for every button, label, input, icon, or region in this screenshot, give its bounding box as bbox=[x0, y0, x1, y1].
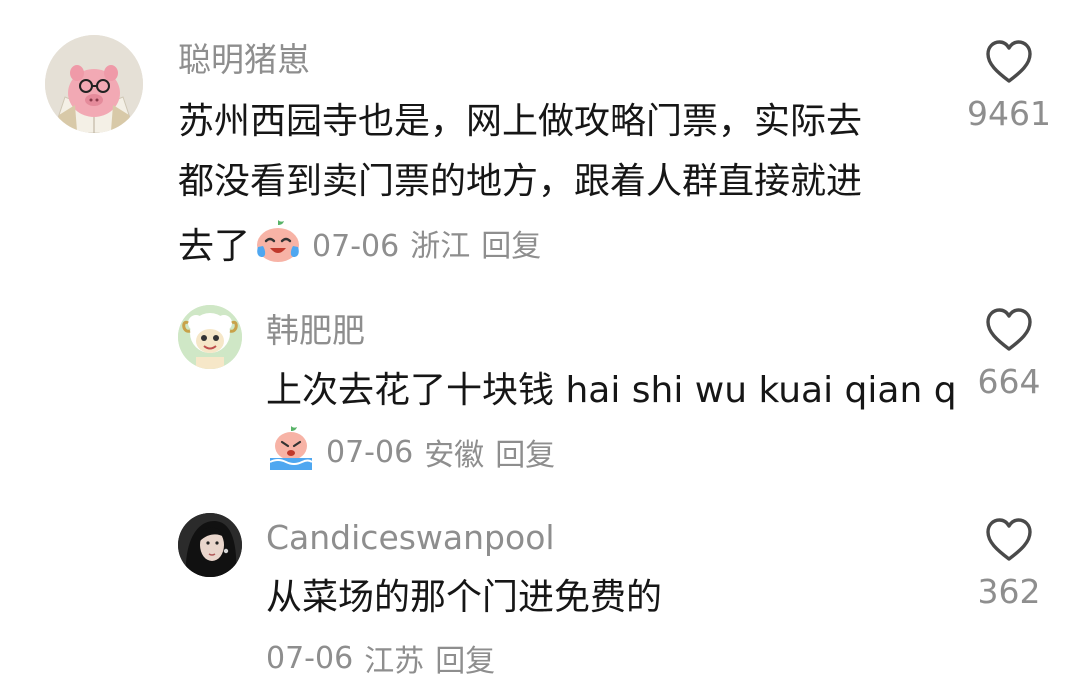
comment-text-tail: 去了 bbox=[178, 226, 251, 267]
like-button[interactable]: 362 bbox=[954, 518, 1064, 611]
comment-username[interactable]: Candiceswanpool bbox=[266, 517, 555, 559]
comment-meta: 07-06 安徽 回复 bbox=[266, 424, 555, 480]
comment-1: 聪明猪崽 苏州西园寺也是，网上做攻略门票，实际去 都没看到卖门票的地方，跟着人群… bbox=[0, 0, 1080, 270]
like-button[interactable]: 664 bbox=[954, 308, 1064, 401]
comment-date: 07-06 bbox=[326, 434, 414, 470]
comment-location: 江苏 bbox=[364, 644, 425, 679]
like-count: 362 bbox=[977, 572, 1041, 611]
comment-username[interactable]: 韩肥肥 bbox=[266, 310, 365, 352]
comment-2: 韩肥肥 上次去花了十块钱 hai shi wu kuai qian q 07-0… bbox=[0, 290, 1080, 490]
comment-3: Candiceswanpool 从菜场的那个门进免费的 07-06 江苏 回复 … bbox=[0, 500, 1080, 691]
comment-date: 07-06 bbox=[266, 640, 354, 676]
crying-laughing-emoji-icon bbox=[254, 217, 302, 277]
comment-text-line-1: 上次去花了十块钱 hai shi wu kuai qian q bbox=[266, 370, 957, 411]
comment-meta: 07-06 江苏 回复 bbox=[266, 636, 495, 680]
cartoon-sheep-avatar-icon[interactable] bbox=[178, 305, 242, 369]
heart-icon[interactable] bbox=[985, 308, 1033, 352]
comment-text-line-2: 都没看到卖门票的地方，跟着人群直接就进 bbox=[178, 161, 863, 202]
comment-text-line-1: 从菜场的那个门进免费的 bbox=[266, 577, 663, 618]
comment-meta: 07-06 浙江 回复 bbox=[312, 224, 541, 270]
reply-button[interactable]: 回复 bbox=[481, 224, 541, 270]
comment-location: 浙江 bbox=[410, 229, 471, 264]
comment-text-line-1: 苏州西园寺也是，网上做攻略门票，实际去 bbox=[178, 101, 863, 142]
comment-location: 安徽 bbox=[424, 438, 485, 473]
pig-avatar-icon[interactable] bbox=[45, 35, 143, 133]
woman-photo-avatar-icon[interactable] bbox=[178, 513, 242, 577]
heart-icon[interactable] bbox=[985, 40, 1033, 84]
like-count: 9461 bbox=[967, 94, 1051, 133]
reply-button[interactable]: 回复 bbox=[495, 430, 555, 474]
heart-icon[interactable] bbox=[985, 518, 1033, 562]
comment-text-line-3: 去了 07-06 浙江 回复 bbox=[178, 217, 541, 277]
comment-date: 07-06 bbox=[312, 229, 400, 264]
like-button[interactable]: 9461 bbox=[954, 40, 1064, 133]
reply-button[interactable]: 回复 bbox=[435, 636, 495, 680]
comment-username[interactable]: 聪明猪崽 bbox=[178, 39, 310, 81]
like-count: 664 bbox=[977, 362, 1041, 401]
crying-emoji-icon bbox=[266, 424, 316, 480]
